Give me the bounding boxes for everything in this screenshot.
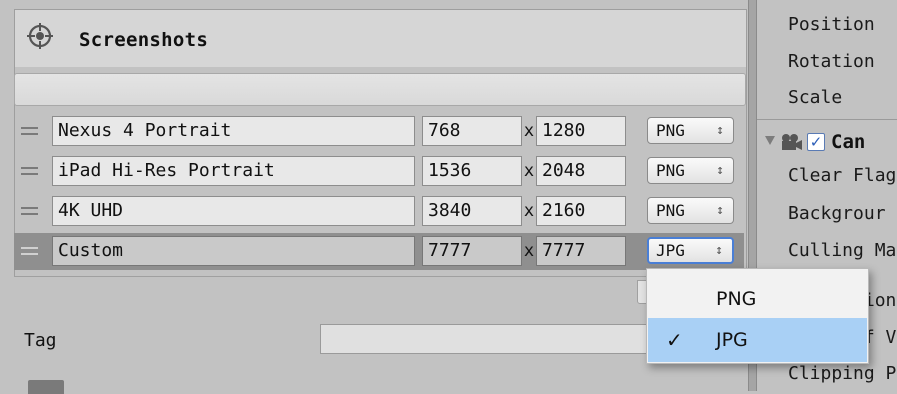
crosshair-icon — [27, 23, 53, 49]
transform-property: Position — [788, 14, 875, 35]
updown-arrows-icon: ↕ — [715, 243, 723, 258]
format-dropdown[interactable]: PNG ↕ — [647, 157, 734, 184]
format-value: PNG — [656, 161, 685, 180]
option-label: JPG — [716, 329, 748, 351]
camera-property: Culling Ma — [788, 240, 897, 261]
format-value: PNG — [656, 121, 685, 140]
option-label: PNG — [716, 288, 757, 310]
drag-handle-icon[interactable] — [21, 127, 38, 135]
list-item[interactable]: 4K UHD 3840 x 2160 PNG ↕ — [14, 193, 744, 230]
camera-component-title: Can — [831, 131, 866, 153]
folder-icon[interactable] — [28, 380, 64, 394]
dropdown-option-png[interactable]: PNG — [648, 277, 867, 321]
width-field[interactable]: 1536 — [422, 156, 522, 186]
width-field[interactable]: 768 — [422, 116, 522, 146]
tag-field[interactable] — [320, 324, 650, 354]
drag-handle-icon[interactable] — [21, 167, 38, 175]
height-field[interactable]: 2048 — [536, 156, 626, 186]
preset-name-field[interactable]: iPad Hi-Res Portrait — [52, 156, 415, 186]
panel-title: Screenshots — [79, 29, 209, 51]
tag-label: Tag — [24, 330, 57, 351]
dimension-separator: x — [523, 241, 535, 261]
format-dropdown-menu: PNG ✓ JPG — [646, 268, 869, 364]
drag-handle-icon[interactable] — [21, 207, 38, 215]
width-field[interactable]: 7777 — [422, 236, 522, 266]
panel-header: Screenshots — [14, 9, 747, 68]
list-item[interactable]: iPad Hi-Res Portrait 1536 x 2048 PNG ↕ — [14, 153, 744, 190]
preset-name-field[interactable]: Nexus 4 Portrait — [52, 116, 415, 146]
format-dropdown[interactable]: JPG ↕ — [647, 237, 734, 264]
height-field[interactable]: 7777 — [536, 236, 626, 266]
list-header — [14, 73, 746, 106]
camera-property: Clear Flag — [788, 165, 897, 186]
list-divider — [14, 276, 744, 277]
height-field[interactable]: 2160 — [536, 196, 626, 226]
dimension-separator: x — [523, 201, 535, 221]
format-value: PNG — [656, 201, 685, 220]
format-dropdown[interactable]: PNG ↕ — [647, 117, 734, 144]
camera-enabled-checkbox[interactable]: ✓ — [807, 133, 825, 151]
height-field[interactable]: 1280 — [536, 116, 626, 146]
updown-arrows-icon: ↕ — [716, 163, 724, 178]
transform-property: Rotation — [788, 51, 875, 72]
camera-property: Backgrour — [788, 203, 886, 224]
component-divider — [757, 119, 897, 120]
dimension-separator: x — [523, 161, 535, 181]
foldout-arrow-icon[interactable] — [765, 136, 775, 145]
transform-property: Scale — [788, 87, 843, 108]
preset-name-field[interactable]: Custom — [52, 236, 415, 266]
drag-handle-icon[interactable] — [21, 247, 38, 255]
dropdown-option-jpg[interactable]: ✓ JPG — [648, 318, 867, 362]
format-dropdown[interactable]: PNG ↕ — [647, 197, 734, 224]
preset-name-field[interactable]: 4K UHD — [52, 196, 415, 226]
list-item[interactable]: Nexus 4 Portrait 768 x 1280 PNG ↕ — [14, 113, 744, 150]
camera-icon — [782, 134, 802, 150]
updown-arrows-icon: ↕ — [716, 123, 724, 138]
dimension-separator: x — [523, 121, 535, 141]
screenshots-panel: Screenshots Nexus 4 Portrait 768 x 1280 … — [0, 0, 748, 394]
checkmark-icon: ✓ — [666, 328, 683, 352]
format-value: JPG — [656, 241, 685, 260]
camera-property: Clipping P — [788, 363, 897, 384]
updown-arrows-icon: ↕ — [716, 203, 724, 218]
width-field[interactable]: 3840 — [422, 196, 522, 226]
list-item-selected[interactable]: Custom 7777 x 7777 JPG ↕ — [14, 233, 744, 270]
